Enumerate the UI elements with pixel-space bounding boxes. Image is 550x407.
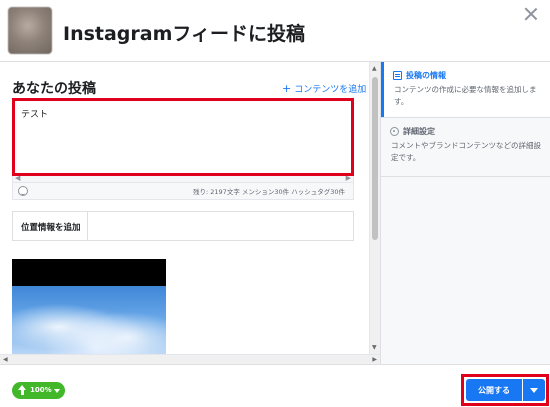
post-text-input[interactable]: テスト	[12, 99, 354, 175]
media-preview[interactable]	[12, 259, 166, 354]
step-title: 投稿の情報	[406, 71, 446, 80]
post-text-value: テスト	[21, 110, 49, 120]
media-top-band	[12, 259, 166, 286]
character-counter: 残り: 2197文字 メンション30件 ハッシュタグ30件	[193, 188, 345, 196]
add-location-button[interactable]: 位置情報を追加	[13, 212, 88, 240]
steps-panel: 投稿の情報 コンテンツの作成に必要な情報を追加します。 詳細設定 コメントやブラ…	[380, 62, 550, 364]
add-location-label: 位置情報を追加	[21, 223, 81, 233]
editor-vertical-scrollbar[interactable]: ▲ ▼	[369, 62, 380, 354]
dialog-header: Instagramフィードに投稿	[0, 0, 550, 62]
step-advanced-settings[interactable]: 詳細設定 コメントやブランドコンテンツなどの詳細設定です。	[381, 117, 550, 177]
scroll-up-icon[interactable]: ▲	[372, 65, 377, 72]
media-sky-image	[12, 286, 166, 354]
location-field[interactable]: 位置情報を追加	[12, 211, 354, 241]
scroll-left-icon[interactable]: ◀	[3, 356, 8, 363]
publish-button[interactable]: 公開する	[466, 379, 522, 401]
step-description: コンテンツの作成に必要な情報を追加します。	[394, 85, 537, 106]
upload-progress-value: 100%	[30, 386, 52, 394]
upload-arrow-icon	[18, 385, 27, 395]
chevron-down-icon	[54, 389, 60, 393]
scroll-down-icon[interactable]: ▼	[372, 344, 377, 351]
gear-icon	[390, 127, 399, 136]
add-content-label: コンテンツを追加	[294, 85, 367, 95]
document-icon	[393, 71, 402, 80]
section-title: あなたの投稿	[12, 81, 96, 97]
publish-button-group: 公開する	[466, 379, 545, 401]
text-toolbar: 残り: 2197文字 メンション30件 ハッシュタグ30件	[12, 183, 354, 200]
emoji-icon[interactable]	[18, 186, 28, 196]
avatar	[8, 7, 52, 54]
post-editor-pane: あなたの投稿 + コンテンツを追加 テスト ◀ ▶ 残り: 2197文字 メンショ…	[0, 62, 369, 354]
add-content-link[interactable]: + コンテンツを追加	[282, 82, 366, 95]
scroll-thumb[interactable]	[372, 77, 378, 240]
publish-options-dropdown[interactable]	[523, 379, 545, 401]
textbox-horizontal-scrollbar[interactable]: ◀ ▶	[12, 174, 354, 183]
editor-horizontal-scrollbar[interactable]: ◀ ▶	[0, 354, 380, 364]
plus-icon: +	[282, 82, 292, 95]
dialog-footer: 100% 公開する	[0, 364, 550, 407]
scroll-left-icon[interactable]: ◀	[15, 174, 20, 182]
upload-progress-button[interactable]: 100%	[12, 382, 65, 399]
publish-label: 公開する	[478, 386, 510, 395]
scroll-right-icon[interactable]: ▶	[346, 174, 351, 182]
step-description: コメントやブランドコンテンツなどの詳細設定です。	[391, 141, 541, 162]
step-title: 詳細設定	[403, 127, 435, 136]
scroll-right-icon[interactable]: ▶	[372, 356, 377, 363]
dialog-title: Instagramフィードに投稿	[63, 23, 306, 45]
close-icon[interactable]	[523, 6, 539, 22]
step-post-info[interactable]: 投稿の情報 コンテンツの作成に必要な情報を追加します。	[381, 62, 550, 117]
